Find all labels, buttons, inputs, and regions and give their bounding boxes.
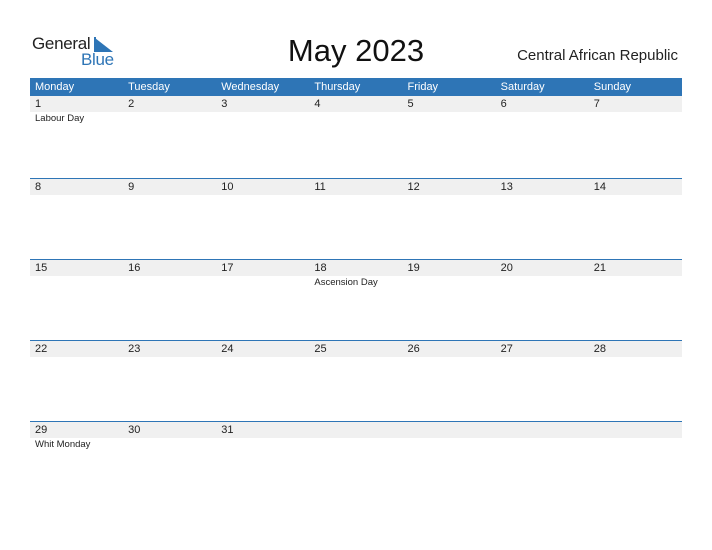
holiday-label: Ascension Day bbox=[314, 277, 378, 288]
country-name: Central African Republic bbox=[517, 47, 678, 64]
day-cell: 23 bbox=[123, 341, 216, 357]
day-cell: 12 bbox=[403, 179, 496, 195]
week-cells: 29 Whit Monday 30 31 bbox=[30, 422, 682, 451]
week-cells: 1 Labour Day 2 3 4 5 6 7 bbox=[30, 96, 682, 125]
day-cell: 1 Labour Day bbox=[30, 96, 123, 125]
day-number: 18 bbox=[314, 262, 327, 274]
day-number bbox=[594, 422, 682, 438]
weekday-monday: Monday bbox=[35, 81, 75, 93]
week-cells: 15 16 17 18 Ascension Day 19 20 21 bbox=[30, 260, 682, 289]
day-cell bbox=[589, 422, 682, 451]
day-cell: 22 bbox=[30, 341, 123, 357]
week-row: 29 Whit Monday 30 31 bbox=[30, 421, 682, 502]
weekday-sunday: Sunday bbox=[593, 81, 632, 93]
day-cell: 3 bbox=[216, 96, 309, 125]
day-cell: 31 bbox=[216, 422, 309, 451]
day-number: 12 bbox=[407, 181, 420, 193]
day-number bbox=[408, 422, 496, 438]
day-number: 5 bbox=[407, 98, 414, 110]
day-cell: 20 bbox=[496, 260, 589, 289]
day-number: 3 bbox=[221, 98, 228, 110]
day-cell: 27 bbox=[496, 341, 589, 357]
calendar-grid: Monday Tuesday Wednesday Thursday Friday… bbox=[30, 78, 682, 502]
weekday-tuesday: Tuesday bbox=[128, 81, 170, 93]
holiday-label: Whit Monday bbox=[35, 439, 91, 450]
holiday-label: Labour Day bbox=[35, 113, 85, 124]
day-number: 1 bbox=[35, 98, 42, 110]
day-cell: 19 bbox=[403, 260, 496, 289]
week-cells: 8 9 10 11 12 13 14 bbox=[30, 179, 682, 195]
weekday-wednesday: Wednesday bbox=[221, 81, 280, 93]
day-cell bbox=[496, 422, 589, 451]
weekday-saturday: Saturday bbox=[500, 81, 545, 93]
day-number bbox=[314, 422, 402, 438]
day-cell: 13 bbox=[496, 179, 589, 195]
day-cell: 21 bbox=[589, 260, 682, 289]
day-cell: 11 bbox=[309, 179, 402, 195]
day-number: 22 bbox=[35, 343, 48, 355]
day-number: 17 bbox=[221, 262, 234, 274]
day-cell: 24 bbox=[216, 341, 309, 357]
day-number: 10 bbox=[221, 181, 234, 193]
day-number: 19 bbox=[407, 262, 420, 274]
day-cell: 29 Whit Monday bbox=[30, 422, 123, 451]
weekday-friday: Friday bbox=[407, 81, 439, 93]
day-cell: 14 bbox=[589, 179, 682, 195]
day-cell: 6 bbox=[496, 96, 589, 125]
day-number: 13 bbox=[500, 181, 513, 193]
day-number: 28 bbox=[593, 343, 606, 355]
day-number: 30 bbox=[128, 424, 141, 436]
week-row: 22 23 24 25 26 27 28 bbox=[30, 340, 682, 421]
day-cell: 17 bbox=[216, 260, 309, 289]
day-cell: 10 bbox=[216, 179, 309, 195]
day-cell: 8 bbox=[30, 179, 123, 195]
day-cell bbox=[403, 422, 496, 451]
week-cells: 22 23 24 25 26 27 28 bbox=[30, 341, 682, 357]
day-number: 14 bbox=[593, 181, 606, 193]
week-row: 1 Labour Day 2 3 4 5 6 7 bbox=[30, 96, 682, 178]
day-cell: 28 bbox=[589, 341, 682, 357]
day-cell: 25 bbox=[309, 341, 402, 357]
day-number: 21 bbox=[593, 262, 606, 274]
week-row: 15 16 17 18 Ascension Day 19 20 21 bbox=[30, 259, 682, 340]
day-cell: 4 bbox=[309, 96, 402, 125]
weekday-thursday: Thursday bbox=[314, 81, 361, 93]
day-cell: 26 bbox=[403, 341, 496, 357]
day-cell: 9 bbox=[123, 179, 216, 195]
day-number: 23 bbox=[128, 343, 141, 355]
day-number: 27 bbox=[500, 343, 513, 355]
day-cell: 30 bbox=[123, 422, 216, 451]
day-cell: 2 bbox=[123, 96, 216, 125]
day-number: 7 bbox=[593, 98, 600, 110]
day-cell bbox=[309, 422, 402, 451]
day-number: 29 bbox=[35, 424, 48, 436]
day-number bbox=[501, 422, 589, 438]
day-number: 4 bbox=[314, 98, 321, 110]
day-number: 24 bbox=[221, 343, 234, 355]
day-number: 2 bbox=[128, 98, 135, 110]
day-number: 26 bbox=[407, 343, 420, 355]
day-cell: 16 bbox=[123, 260, 216, 289]
day-number: 25 bbox=[314, 343, 327, 355]
day-cell: 15 bbox=[30, 260, 123, 289]
day-number: 31 bbox=[221, 424, 234, 436]
day-number: 16 bbox=[128, 262, 141, 274]
day-number: 8 bbox=[35, 181, 42, 193]
day-cell: 5 bbox=[403, 96, 496, 125]
day-number: 9 bbox=[128, 181, 135, 193]
week-row: 8 9 10 11 12 13 14 bbox=[30, 178, 682, 259]
day-number: 6 bbox=[500, 98, 507, 110]
day-number: 11 bbox=[314, 181, 326, 193]
day-cell: 18 Ascension Day bbox=[309, 260, 402, 289]
day-number: 20 bbox=[500, 262, 513, 274]
day-cell: 7 bbox=[589, 96, 682, 125]
weekday-header: Monday Tuesday Wednesday Thursday Friday… bbox=[30, 78, 682, 96]
day-number: 15 bbox=[35, 262, 48, 274]
